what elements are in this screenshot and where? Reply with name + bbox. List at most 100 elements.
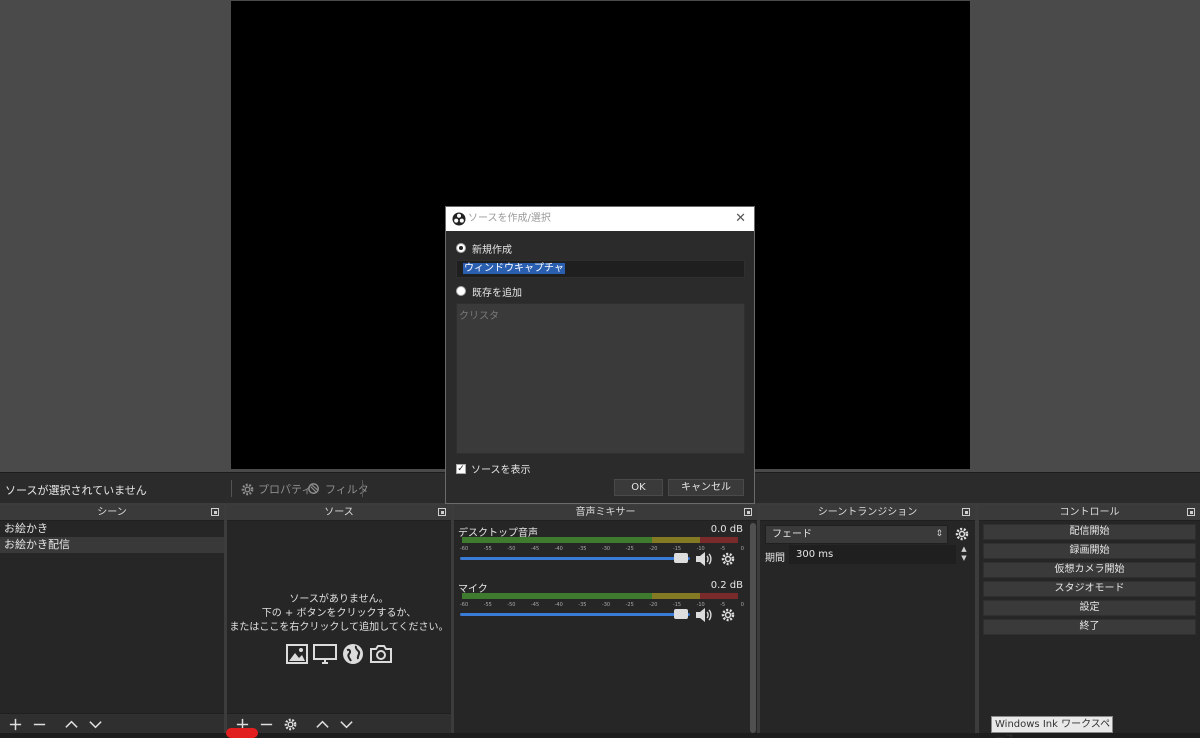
close-icon[interactable]: ✕ xyxy=(735,207,746,231)
monitor-icon xyxy=(313,642,337,666)
sources-title: ソース xyxy=(324,507,354,518)
gear-icon[interactable] xyxy=(720,607,736,623)
source-name-input[interactable]: ウィンドウキャプチャ xyxy=(456,260,745,278)
create-source-dialog: ソースを作成/選択 ✕ 新規作成 ウィンドウキャプチャ 既存を追加 クリスタ ✓… xyxy=(445,206,755,504)
duration-label: 期間 xyxy=(765,553,785,564)
radio-button[interactable] xyxy=(456,243,466,253)
chevron-down-icon xyxy=(339,721,353,729)
make-visible-option[interactable]: ✓ ソースを表示 xyxy=(456,461,531,476)
ok-button[interactable]: OK xyxy=(614,479,663,496)
exit-button[interactable]: 終了 xyxy=(983,619,1196,635)
source-name-value: ウィンドウキャプチャ xyxy=(463,263,565,274)
start-streaming-button[interactable]: 配信開始 xyxy=(983,524,1196,540)
volume-slider[interactable] xyxy=(460,613,690,616)
move-down-button[interactable] xyxy=(335,715,357,735)
mixer-channel-desktop: デスクトップ音声 0.0 dB -60 -55 -50 -45 -40 -35 -30 -25… xyxy=(458,524,745,580)
float-dock-icon[interactable] xyxy=(962,508,970,516)
transitions-title: シーントランジション xyxy=(817,507,918,518)
globe-icon xyxy=(341,642,365,666)
volume-meter xyxy=(462,537,738,543)
new-source-option[interactable]: 新規作成 xyxy=(456,241,512,256)
taskbar-edge xyxy=(0,733,1200,738)
audio-mixer-dock: 音声ミキサー デスクトップ音声 0.0 dB -60 -55 -50 -45 -40 -3… xyxy=(454,505,757,735)
float-dock-icon[interactable] xyxy=(744,508,752,516)
camera-icon xyxy=(369,642,393,666)
chevron-up-icon[interactable]: ▲ xyxy=(961,545,966,554)
existing-source-option[interactable]: 既存を追加 xyxy=(456,284,522,299)
start-virtual-camera-button[interactable]: 仮想カメラ開始 xyxy=(983,562,1196,578)
remove-source-button[interactable] xyxy=(255,715,277,735)
float-dock-icon[interactable] xyxy=(438,508,446,516)
obs-logo-icon xyxy=(452,212,466,226)
radio-button[interactable] xyxy=(456,286,466,296)
transition-select[interactable]: フェード ⇕ xyxy=(765,525,948,544)
existing-source-label: 既存を追加 xyxy=(472,287,522,299)
separator xyxy=(231,480,232,497)
start-recording-button[interactable]: 録画開始 xyxy=(983,543,1196,559)
studio-mode-button[interactable]: スタジオモード xyxy=(983,581,1196,597)
minus-icon xyxy=(33,723,45,726)
gear-icon xyxy=(241,483,254,495)
gear-icon[interactable] xyxy=(720,551,736,567)
volume-meter xyxy=(462,593,738,599)
chevron-down-icon[interactable]: ▼ xyxy=(961,554,966,563)
float-dock-icon[interactable] xyxy=(1187,508,1195,516)
remove-scene-button[interactable] xyxy=(28,715,50,735)
list-item[interactable]: お絵かき配信 xyxy=(0,537,224,553)
controls-title: コントロール xyxy=(1059,507,1120,518)
checkbox[interactable]: ✓ xyxy=(456,463,466,474)
properties-button[interactable]: プロパティ xyxy=(240,479,312,499)
red-highlight-mark xyxy=(226,728,258,738)
settings-button[interactable]: 設定 xyxy=(983,600,1196,616)
dock-title: コントロール xyxy=(979,505,1200,521)
mixer-title: 音声ミキサー xyxy=(575,507,636,518)
cancel-button[interactable]: キャンセル xyxy=(668,479,744,496)
empty-sources-message: ソースがありません。 下の + ボタンをクリックするか、 またはここを右クリック… xyxy=(229,594,449,633)
float-dock-icon[interactable] xyxy=(211,508,219,516)
channel-db: 0.0 dB xyxy=(710,524,743,535)
mixer-scrollbar[interactable] xyxy=(750,523,756,733)
volume-slider[interactable] xyxy=(460,557,690,560)
speaker-icon[interactable] xyxy=(694,606,714,624)
plus-icon xyxy=(9,718,21,731)
dock-title: シーン xyxy=(0,505,224,521)
dialog-title: ソースを作成/選択 xyxy=(468,213,551,224)
source-properties-button[interactable] xyxy=(279,715,301,735)
move-up-button[interactable] xyxy=(60,715,82,735)
duration-spinner[interactable]: ▲ ▼ xyxy=(958,545,970,564)
properties-label: プロパティ xyxy=(258,483,313,496)
sources-dock: ソース ソースがありません。 下の + ボタンをクリックするか、 またはここを右… xyxy=(227,505,451,735)
add-scene-button[interactable] xyxy=(4,715,26,735)
dock-title: シーントランジション xyxy=(760,505,975,521)
scenes-list: お絵かき お絵かき配信 xyxy=(0,521,224,735)
volume-slider-handle[interactable] xyxy=(674,553,688,563)
existing-sources-list[interactable]: クリスタ xyxy=(456,303,745,454)
filters-button[interactable]: フィルタ xyxy=(307,479,369,499)
gear-icon[interactable] xyxy=(954,526,970,542)
dialog-titlebar[interactable]: ソースを作成/選択 ✕ xyxy=(446,207,754,231)
filter-icon xyxy=(308,482,319,494)
scenes-title: シーン xyxy=(97,507,127,518)
speaker-icon[interactable] xyxy=(694,550,714,568)
scenes-toolbar xyxy=(0,713,224,735)
move-up-button[interactable] xyxy=(311,715,333,735)
transitions-body: フェード ⇕ 期間 300 ms ▲ ▼ xyxy=(760,521,975,735)
no-source-label: ソースが選択されていません xyxy=(5,484,147,497)
move-down-button[interactable] xyxy=(84,715,106,735)
duration-field[interactable]: 300 ms xyxy=(789,545,956,564)
scenes-dock: シーン お絵かき お絵かき配信 xyxy=(0,505,224,735)
list-item[interactable]: お絵かき xyxy=(0,521,224,537)
sources-list[interactable]: ソースがありません。 下の + ボタンをクリックするか、 またはここを右クリック… xyxy=(227,521,451,735)
sources-toolbar xyxy=(227,713,451,735)
gear-icon xyxy=(284,718,296,731)
transition-selected: フェード xyxy=(772,529,812,540)
separator xyxy=(362,480,363,497)
chevron-up-icon xyxy=(64,720,78,728)
minus-icon xyxy=(260,723,272,726)
volume-slider-handle[interactable] xyxy=(674,609,688,619)
windows-ink-tooltip: Windows Ink ワークスペース xyxy=(991,716,1113,738)
image-icon xyxy=(285,642,309,666)
channel-db: 0.2 dB xyxy=(710,580,743,591)
list-item[interactable]: クリスタ xyxy=(459,307,742,322)
dock-title: 音声ミキサー xyxy=(454,505,757,521)
